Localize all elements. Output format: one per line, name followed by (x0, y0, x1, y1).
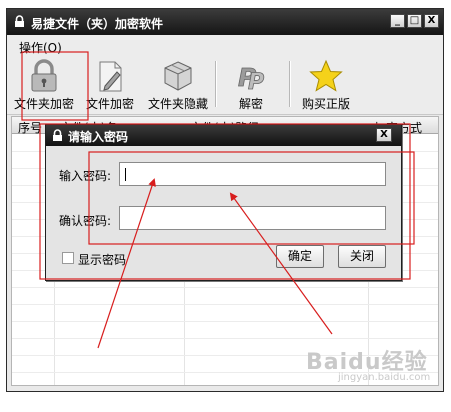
lock-icon (53, 129, 62, 141)
toolbar-label: 文件夹加密 (13, 97, 74, 111)
window-title: 易捷文件（夹）加密软件 (31, 17, 164, 31)
box-icon (164, 61, 192, 91)
svg-text:P: P (248, 70, 264, 93)
minimize-button[interactable]: _ (390, 14, 405, 28)
star-icon (309, 59, 343, 92)
toolbar-label: 购买正版 (301, 97, 350, 111)
toolbar-label: 文件夹隐藏 (147, 97, 208, 111)
dialog-close-icon[interactable]: X (376, 128, 392, 142)
text-caret (125, 168, 126, 181)
decrypt-button[interactable]: P P 解密 (229, 59, 273, 113)
dialog-close-button[interactable]: 关闭 (338, 245, 386, 268)
maximize-button[interactable]: □ (407, 14, 422, 28)
folder-encrypt-button[interactable]: 文件夹加密 (10, 59, 78, 113)
password-input[interactable] (119, 162, 386, 186)
password-label: 输入密码: (59, 169, 112, 183)
close-button[interactable]: X (424, 14, 439, 28)
buy-license-button[interactable]: 购买正版 (297, 59, 355, 113)
confirm-password-input[interactable] (119, 206, 386, 230)
pen-document-icon (99, 61, 122, 92)
file-encrypt-button[interactable]: 文件加密 (81, 59, 139, 113)
lock-icon (15, 15, 24, 27)
toolbar: 文件夹加密 文件加密 文件夹隐藏 P P 解密 购买正版 (7, 55, 443, 115)
screen: 易捷文件（夹）加密软件 _ □ X 操作(O) 文件夹加密 文件加密 文件夹隐藏… (0, 0, 451, 412)
lock-icon (31, 59, 57, 92)
toolbar-separator (289, 61, 291, 107)
p-logo-icon: P P (238, 63, 265, 93)
ok-button[interactable]: 确定 (276, 245, 324, 268)
menu-operate[interactable]: 操作(O) (19, 39, 62, 56)
toolbar-separator (215, 61, 217, 107)
toolbar-label: 解密 (238, 97, 263, 111)
grid-line (12, 338, 438, 339)
title-bar[interactable]: 易捷文件（夹）加密软件 _ □ X (7, 9, 443, 35)
password-dialog: 请输入密码 X 输入密码: 确认密码: 显示密码 确定 关闭 (45, 124, 402, 281)
grid-line (12, 304, 438, 305)
menu-bar: 操作(O) (7, 35, 443, 55)
show-password-label[interactable]: 显示密码 (78, 251, 126, 268)
grid-line (12, 287, 438, 288)
confirm-password-label: 确认密码: (59, 214, 112, 228)
watermark-url: jingyan.baidu.com (338, 372, 431, 383)
toolbar-label: 文件加密 (85, 97, 134, 111)
grid-line (12, 321, 438, 322)
folder-hide-button[interactable]: 文件夹隐藏 (145, 59, 211, 113)
dialog-title-bar[interactable]: 请输入密码 X (46, 125, 401, 146)
dialog-title: 请输入密码 (68, 130, 129, 144)
show-password-checkbox[interactable] (62, 252, 74, 264)
column-index-header[interactable]: 序号 (18, 119, 42, 136)
